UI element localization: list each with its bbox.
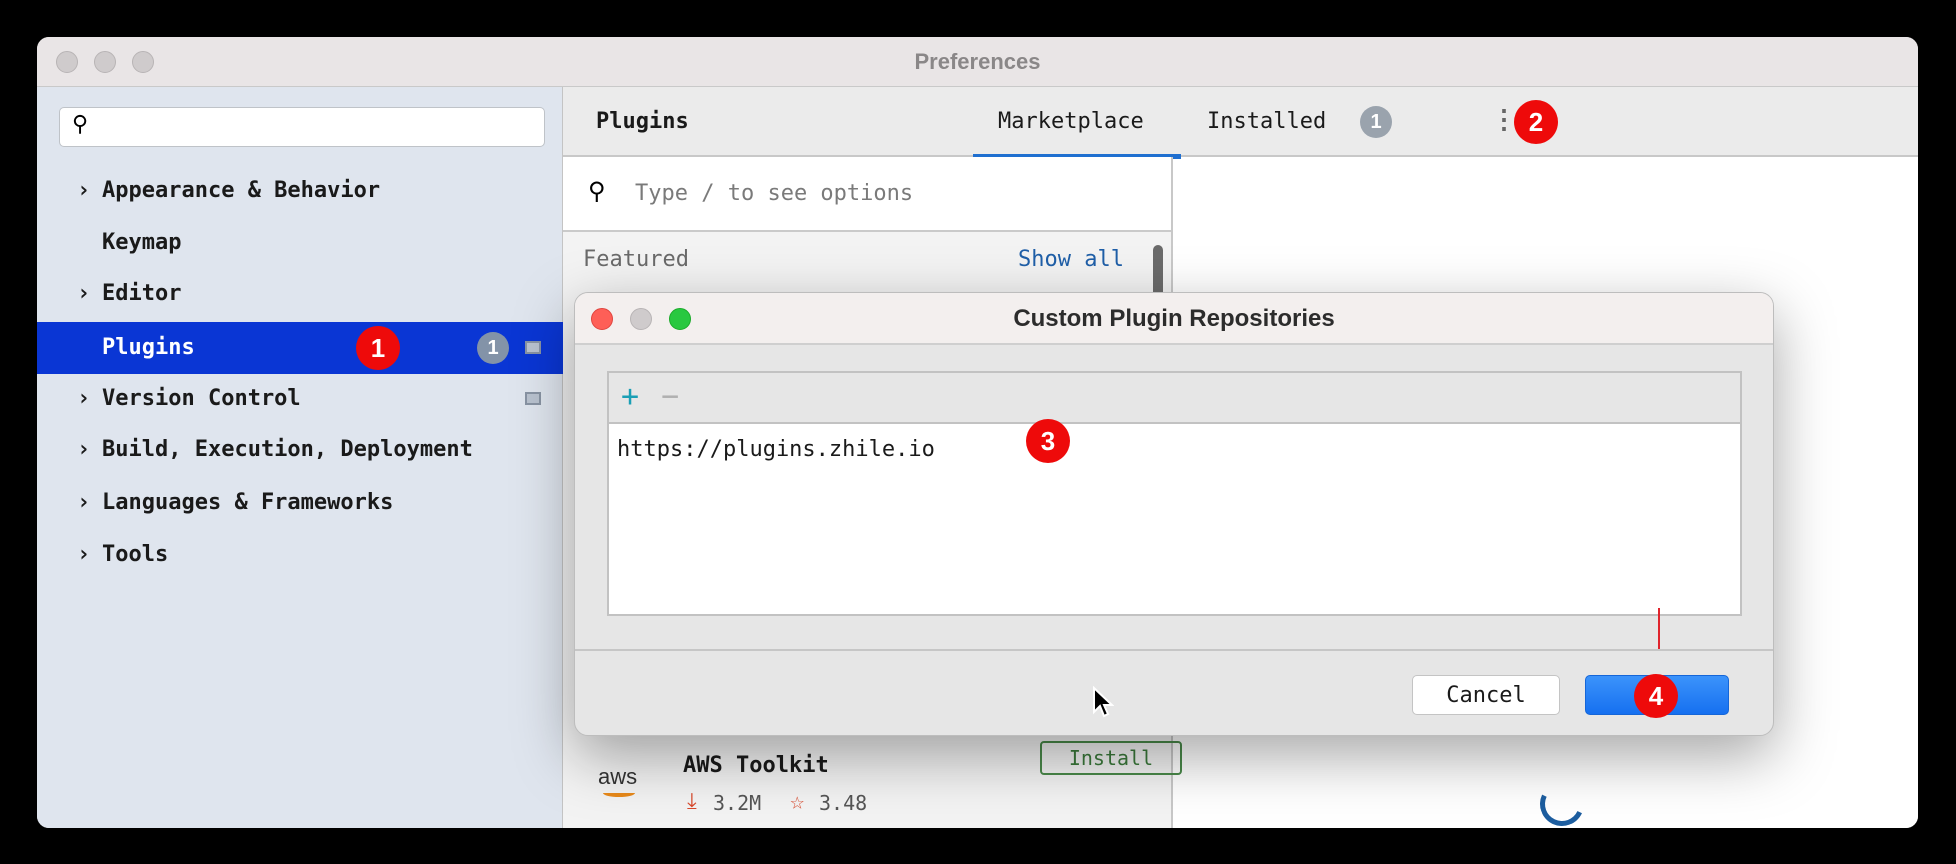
chevron-right-icon: › bbox=[77, 437, 91, 462]
sidebar-item-version-control[interactable]: › Version Control bbox=[37, 373, 563, 425]
annotation-badge-4: 4 bbox=[1634, 674, 1678, 718]
search-icon: ⚲ bbox=[72, 112, 89, 137]
sidebar-item-editor[interactable]: › Editor bbox=[37, 268, 563, 320]
aws-logo: aws bbox=[598, 764, 638, 789]
add-repository-button[interactable]: + bbox=[621, 379, 639, 414]
tab-installed[interactable]: Installed 1 bbox=[1207, 87, 1397, 157]
chevron-right-icon: › bbox=[77, 281, 91, 306]
remove-repository-button[interactable]: − bbox=[661, 379, 679, 414]
cancel-button[interactable]: Cancel bbox=[1412, 675, 1560, 715]
dialog-title-bar: Custom Plugin Repositories bbox=[575, 293, 1773, 345]
page-title: Plugins bbox=[596, 109, 689, 134]
featured-label: Featured bbox=[583, 247, 689, 272]
chevron-right-icon: › bbox=[77, 490, 91, 515]
sidebar-item-tools[interactable]: › Tools bbox=[37, 529, 563, 581]
title-bar: Preferences bbox=[37, 37, 1918, 87]
annotation-badge-1: 1 bbox=[356, 326, 400, 370]
loading-spinner bbox=[1533, 775, 1591, 828]
settings-search-input[interactable]: ⚲ bbox=[59, 107, 545, 147]
plugins-header: Plugins Marketplace Installed 1 ⋮ 2 bbox=[563, 87, 1918, 159]
installed-count: 1 bbox=[1360, 106, 1392, 138]
plugin-name: AWS Toolkit bbox=[683, 753, 829, 778]
sidebar-item-build[interactable]: › Build, Execution, Deployment bbox=[37, 424, 563, 476]
sidebar-item-appearance[interactable]: › Appearance & Behavior bbox=[37, 165, 563, 217]
install-button[interactable]: Install bbox=[1040, 741, 1182, 775]
search-icon: ⚲ bbox=[588, 177, 606, 205]
custom-plugin-repositories-dialog: Custom Plugin Repositories + − https://p… bbox=[574, 292, 1774, 736]
project-settings-icon bbox=[525, 341, 541, 354]
annotation-line bbox=[1658, 608, 1660, 650]
repository-url[interactable]: https://plugins.zhile.io bbox=[617, 437, 935, 462]
chevron-right-icon: › bbox=[77, 386, 91, 411]
rating: 3.48 bbox=[819, 791, 868, 815]
dialog-title: Custom Plugin Repositories bbox=[1013, 305, 1335, 332]
tab-marketplace[interactable]: Marketplace bbox=[973, 87, 1181, 159]
sidebar-item-plugins[interactable]: Plugins 1 1 bbox=[37, 322, 563, 374]
list-toolbar: + − bbox=[609, 373, 1740, 424]
mouse-cursor-icon bbox=[1093, 686, 1114, 718]
settings-sidebar: ⚲ › Appearance & Behavior Keymap › Editor … bbox=[37, 87, 563, 828]
download-icon: ⤓ bbox=[687, 789, 697, 814]
chevron-right-icon: › bbox=[77, 542, 91, 567]
project-settings-icon bbox=[525, 392, 541, 405]
chevron-right-icon: › bbox=[77, 178, 91, 203]
plugin-search-input[interactable]: ⚲ Type / to see options bbox=[563, 157, 1171, 232]
show-all-link[interactable]: Show all bbox=[1018, 247, 1124, 272]
sidebar-item-languages[interactable]: › Languages & Frameworks bbox=[37, 477, 563, 529]
window-title: Preferences bbox=[914, 49, 1041, 74]
annotation-badge-3: 3 bbox=[1026, 419, 1070, 463]
repository-list: + − https://plugins.zhile.io 3 bbox=[607, 371, 1742, 616]
sidebar-item-keymap[interactable]: Keymap bbox=[37, 217, 563, 269]
plugins-update-count: 1 bbox=[477, 332, 509, 364]
dialog-separator bbox=[575, 649, 1773, 651]
aws-smile-icon bbox=[603, 789, 635, 797]
star-icon: ☆ bbox=[790, 787, 805, 815]
download-count: 3.2M bbox=[713, 791, 762, 815]
annotation-badge-2: 2 bbox=[1514, 100, 1558, 144]
